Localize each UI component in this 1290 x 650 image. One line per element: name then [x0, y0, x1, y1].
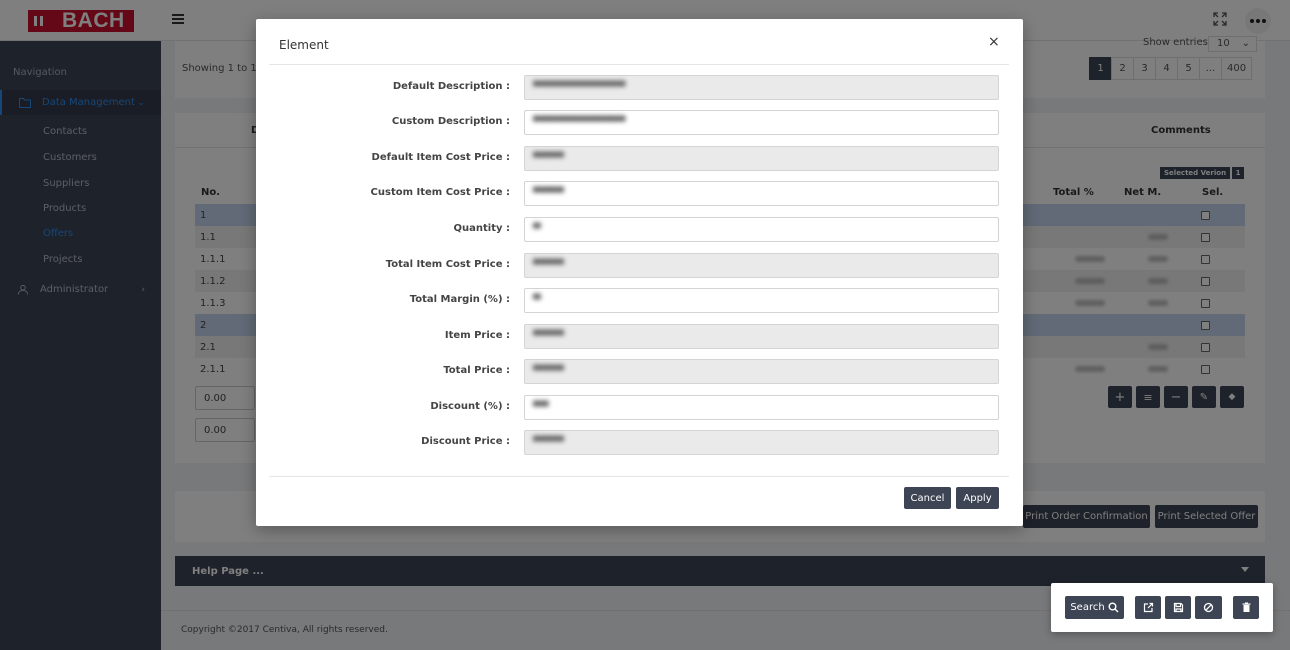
ban-icon — [1203, 602, 1214, 613]
total-item-cost-price-label: Total Item Cost Price : — [385, 259, 510, 270]
discount-pct-input[interactable]: ▀▀ — [524, 395, 999, 420]
save-button[interactable] — [1165, 596, 1191, 619]
redacted-value: ▀▀▀▀ — [533, 437, 564, 448]
modal-footer-divider — [269, 476, 1009, 477]
search-button-label: Search — [1070, 602, 1105, 613]
trash-icon — [1242, 602, 1250, 612]
floating-action-toolbar: Search — [1051, 583, 1273, 632]
custom-description-label: Custom Description : — [391, 116, 510, 127]
discount-price-field: ▀▀▀▀ — [524, 430, 999, 455]
default-item-cost-price-field: ▀▀▀▀ — [524, 146, 999, 171]
total-price-field: ▀▀▀▀ — [524, 359, 999, 384]
close-icon[interactable]: × — [988, 34, 1000, 50]
quantity-input[interactable]: ▀ — [524, 217, 999, 242]
total-margin-input[interactable]: ▀ — [524, 288, 999, 313]
search-button[interactable]: Search — [1065, 596, 1124, 619]
item-price-field: ▀▀▀▀ — [524, 324, 999, 349]
discount-pct-label: Discount (%) : — [430, 401, 510, 412]
redacted-value: ▀▀ — [533, 402, 549, 413]
apply-button[interactable]: Apply — [956, 487, 999, 509]
redacted-value: ▀▀▀▀ — [533, 366, 564, 377]
redacted-value: ▀▀▀▀▀▀▀▀▀▀▀▀ — [533, 117, 626, 128]
default-description-label: Default Description : — [392, 81, 510, 92]
redacted-value: ▀▀▀▀ — [533, 260, 564, 271]
redacted-value: ▀▀▀▀ — [533, 188, 564, 199]
cancel-button[interactable]: Cancel — [904, 487, 951, 509]
external-link-icon — [1143, 602, 1153, 613]
save-icon — [1173, 602, 1183, 613]
modal-title: Element — [279, 38, 329, 52]
redacted-value: ▀▀▀▀▀▀▀▀▀▀▀▀ — [533, 82, 626, 93]
custom-item-cost-price-label: Custom Item Cost Price : — [370, 187, 510, 198]
delete-button[interactable] — [1233, 596, 1259, 619]
total-price-label: Total Price : — [443, 365, 510, 376]
element-modal: Element × Default Description : ▀▀▀▀▀▀▀▀… — [256, 19, 1023, 526]
redacted-value: ▀▀▀▀ — [533, 331, 564, 342]
discount-price-label: Discount Price : — [421, 436, 510, 447]
total-item-cost-price-field: ▀▀▀▀ — [524, 253, 999, 278]
cancel-action-button[interactable] — [1195, 596, 1222, 619]
total-margin-label: Total Margin (%) : — [409, 294, 510, 305]
search-icon — [1108, 602, 1119, 613]
modal-header-divider — [269, 64, 1009, 65]
default-item-cost-price-label: Default Item Cost Price : — [371, 152, 510, 163]
redacted-value: ▀ — [533, 224, 541, 235]
open-external-button[interactable] — [1135, 596, 1161, 619]
redacted-value: ▀ — [533, 295, 541, 306]
default-description-field: ▀▀▀▀▀▀▀▀▀▀▀▀ — [524, 75, 999, 100]
quantity-label: Quantity : — [453, 223, 510, 234]
custom-item-cost-price-input[interactable]: ▀▀▀▀ — [524, 181, 999, 206]
item-price-label: Item Price : — [444, 330, 510, 341]
redacted-value: ▀▀▀▀ — [533, 153, 564, 164]
custom-description-input[interactable]: ▀▀▀▀▀▀▀▀▀▀▀▀ — [524, 110, 999, 135]
